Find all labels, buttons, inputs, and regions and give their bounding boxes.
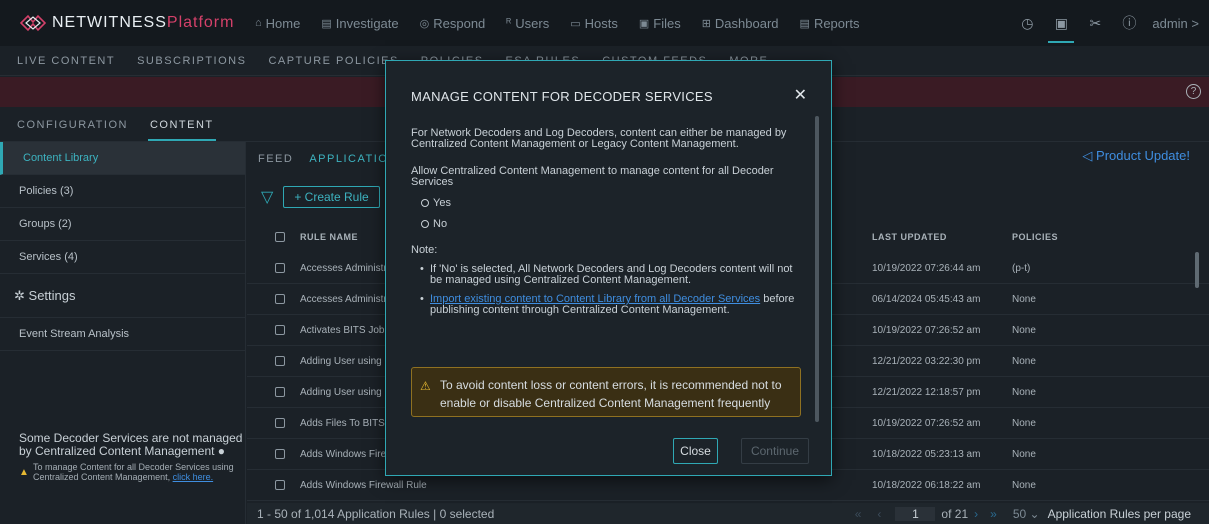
gear-icon: ✲: [14, 288, 25, 303]
row-checkbox[interactable]: [275, 356, 285, 366]
subnav-subscriptions[interactable]: SUBSCRIPTIONS: [137, 55, 246, 67]
hosts-icon: ▭: [570, 17, 581, 30]
sidebar-item-settings[interactable]: ✲ Settings: [0, 274, 245, 318]
help-circle-icon[interactable]: ?: [1186, 84, 1201, 99]
modal-body: For Network Decoders and Log Decoders, c…: [411, 128, 801, 316]
page-count: of 21: [941, 506, 969, 521]
nav-reports[interactable]: ▤ Reports: [800, 16, 860, 31]
row-checkbox[interactable]: [275, 387, 285, 397]
modal-intro: For Network Decoders and Log Decoders, c…: [411, 127, 787, 150]
sidebar-item-content-library[interactable]: Content Library: [0, 142, 245, 175]
next-page-icon[interactable]: ›: [974, 507, 978, 521]
warning-triangle-icon: ⚠: [420, 379, 431, 393]
nav-investigate[interactable]: ▤ Investigate: [321, 16, 398, 31]
brand-logo[interactable]: NETWITNESSPlatform: [0, 14, 255, 32]
create-rule-button[interactable]: + Create Rule: [283, 186, 380, 208]
nav-users[interactable]: ᴿ Users: [506, 16, 549, 31]
brand-name: NETWITNESS: [52, 14, 167, 31]
row-checkbox[interactable]: [275, 325, 285, 335]
column-policies[interactable]: POLICIES: [1012, 232, 1112, 242]
sidebar-item-services[interactable]: Services (4): [0, 241, 245, 274]
warning-box: ⚠ To avoid content loss or content error…: [411, 367, 801, 417]
row-checkbox[interactable]: [275, 418, 285, 428]
row-checkbox[interactable]: [275, 449, 285, 459]
megaphone-icon: ◁: [1082, 148, 1093, 163]
reports-icon: ▤: [799, 17, 810, 30]
column-last-updated[interactable]: LAST UPDATED: [872, 232, 1012, 242]
table-scrollbar[interactable]: [1195, 252, 1199, 288]
notice-link[interactable]: click here.: [173, 472, 214, 482]
nav-respond[interactable]: ◎ Respond: [420, 16, 486, 31]
sidebar: Content Library Policies (3) Groups (2) …: [0, 142, 246, 524]
files-icon: ▣: [638, 17, 650, 30]
ccm-notice: Some Decoder Services are not managed by…: [19, 431, 244, 483]
top-nav: NETWITNESSPlatform ⌂ Home ▤ Investigate ◎ R…: [0, 0, 1209, 46]
radio-yes[interactable]: Yes: [411, 197, 801, 209]
notice-title: Some Decoder Services are not managed by…: [19, 431, 243, 458]
per-page-select[interactable]: 50 ⌄: [1013, 507, 1040, 521]
continue-button[interactable]: Continue: [741, 438, 809, 464]
info-icon: ●: [217, 444, 226, 458]
row-checkbox[interactable]: [275, 480, 285, 490]
select-all-checkbox[interactable]: [275, 232, 285, 242]
modal-question: Allow Centralized Content Management to …: [411, 165, 774, 188]
radio-no[interactable]: No: [411, 218, 801, 230]
radio-no-circle: [421, 220, 429, 228]
manage-content-modal: MANAGE CONTENT FOR DECODER SERVICES ✕ Fo…: [385, 60, 832, 476]
first-page-icon[interactable]: «: [855, 507, 862, 521]
product-update-link[interactable]: ◁ Product Update!: [1082, 148, 1190, 164]
sidebar-item-policies[interactable]: Policies (3): [0, 175, 245, 208]
home-icon: ⌂: [255, 17, 262, 29]
tab-configuration[interactable]: CONFIGURATION: [17, 119, 128, 131]
admin-tools-icon[interactable]: ✂: [1078, 0, 1112, 46]
row-checkbox[interactable]: [275, 294, 285, 304]
table-footer: 1 - 50 of 1,014 Application Rules | 0 se…: [247, 503, 1209, 524]
note-label: Note:: [411, 244, 438, 256]
sidebar-item-groups[interactable]: Groups (2): [0, 208, 245, 241]
row-checkbox[interactable]: [275, 263, 285, 273]
dashboard-icon: ⊞: [701, 17, 711, 30]
subnav-capture-policies[interactable]: CAPTURE POLICIES: [268, 55, 398, 67]
investigate-icon: ▤: [321, 17, 332, 30]
radio-yes-circle: [421, 199, 429, 207]
nav-dashboard[interactable]: ⊞ Dashboard: [702, 16, 779, 31]
configure-icon[interactable]: ▣: [1044, 0, 1078, 46]
nav-hosts[interactable]: ▭ Hosts: [570, 16, 618, 31]
nav-files[interactable]: ▣ Files: [639, 16, 681, 31]
warning-text: To avoid content loss or content errors,…: [440, 378, 782, 410]
subnav-live-content[interactable]: LIVE CONTENT: [17, 55, 115, 67]
tab-feed[interactable]: FEED: [258, 153, 293, 165]
help-icon[interactable]: ⓘ: [1112, 0, 1146, 46]
pagination: « ‹ 1 of 21 › » 50 ⌄ Application Rules p…: [847, 503, 1191, 524]
close-button[interactable]: Close: [673, 438, 718, 464]
warning-icon: ▲: [19, 467, 29, 478]
modal-scrollbar[interactable]: [815, 116, 819, 422]
note-bullet-2: Import existing content to Content Libra…: [411, 294, 801, 316]
page-input[interactable]: 1: [895, 506, 936, 521]
modal-title: MANAGE CONTENT FOR DECODER SERVICES: [411, 89, 713, 104]
timer-icon[interactable]: ◷: [1010, 0, 1044, 46]
tab-content[interactable]: CONTENT: [147, 119, 216, 141]
last-page-icon[interactable]: »: [990, 507, 997, 521]
close-icon[interactable]: ✕: [794, 85, 807, 105]
prev-page-icon[interactable]: ‹: [877, 507, 881, 521]
note-bullet-1: If 'No' is selected, All Network Decoder…: [411, 264, 801, 286]
per-page-label: Application Rules per page: [1047, 506, 1191, 521]
footer-summary: 1 - 50 of 1,014 Application Rules | 0 se…: [257, 506, 495, 521]
nav-home[interactable]: ⌂ Home: [255, 16, 300, 31]
users-icon: ᴿ: [506, 17, 512, 29]
netwitness-logo-icon: [19, 14, 47, 32]
respond-icon: ◎: [419, 17, 430, 30]
filter-icon[interactable]: ▽: [261, 187, 273, 207]
sidebar-item-event-stream[interactable]: Event Stream Analysis: [0, 318, 245, 351]
brand-product: Platform: [166, 14, 235, 31]
user-menu[interactable]: admin >: [1152, 16, 1199, 31]
